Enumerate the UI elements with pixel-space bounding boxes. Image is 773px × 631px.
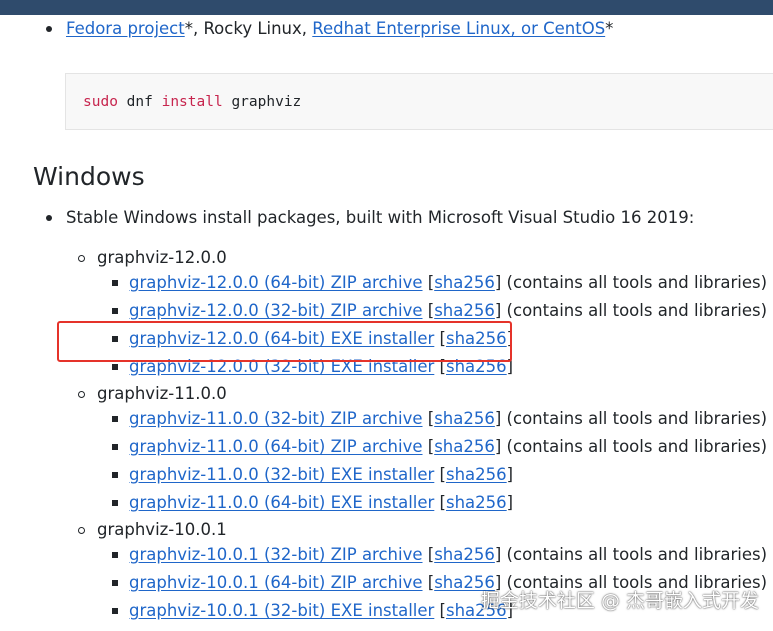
list-bullet-square (112, 500, 118, 506)
highlight-annotation-box (57, 321, 512, 362)
redhat-centos-link[interactable]: Redhat Enterprise Linux, or CentOS (312, 19, 605, 38)
download-item: graphviz-11.0.0 (32-bit) EXE installer [… (129, 465, 514, 484)
download-item: graphviz-11.0.0 (64-bit) ZIP archive [sh… (129, 437, 768, 456)
download-item: graphviz-10.0.1 (32-bit) EXE installer [… (129, 601, 514, 620)
list-bullet-circle (78, 527, 85, 534)
download-link-10-0-1-64-zip[interactable]: graphviz-10.0.1 (64-bit) ZIP archive (129, 573, 423, 592)
sha256-link[interactable]: sha256 (434, 409, 495, 428)
list-bullet-square (112, 416, 118, 422)
list-bullet-square (112, 280, 118, 286)
code-token-dnf: dnf (126, 94, 153, 110)
code-token-package: graphviz (231, 94, 302, 110)
code-block: sudo dnf install graphviz (65, 73, 773, 130)
download-link-10-0-1-32-zip[interactable]: graphviz-10.0.1 (32-bit) ZIP archive (129, 545, 423, 564)
fedora-project-link[interactable]: Fedora project (66, 19, 185, 38)
download-item: graphviz-11.0.0 (32-bit) ZIP archive [sh… (129, 409, 768, 428)
list-bullet (46, 26, 52, 32)
sha256-link[interactable]: sha256 (434, 301, 495, 320)
download-item: graphviz-10.0.1 (32-bit) ZIP archive [sh… (129, 545, 768, 564)
code-token-install: install (161, 94, 223, 110)
sha256-link[interactable]: sha256 (434, 437, 495, 456)
version-label-11-0-0: graphviz-11.0.0 (97, 384, 227, 403)
download-item: graphviz-12.0.0 (64-bit) ZIP archive [sh… (129, 273, 768, 292)
download-link-10-0-1-32-exe[interactable]: graphviz-10.0.1 (32-bit) EXE installer (129, 601, 434, 620)
version-label-10-0-1: graphviz-10.0.1 (97, 520, 227, 539)
list-bullet-square (112, 364, 118, 370)
version-label-12-0-0: graphviz-12.0.0 (97, 248, 227, 267)
download-item: graphviz-12.0.0 (32-bit) ZIP archive [sh… (129, 301, 768, 320)
section-heading-windows: Windows (33, 162, 145, 191)
code-token-sudo: sudo (83, 94, 118, 110)
download-link-12-0-0-32-zip[interactable]: graphviz-12.0.0 (32-bit) ZIP archive (129, 301, 423, 320)
distro-trailing-text: * (605, 19, 614, 38)
list-bullet-square (112, 472, 118, 478)
download-link-11-0-0-64-exe[interactable]: graphviz-11.0.0 (64-bit) EXE installer (129, 493, 434, 512)
list-bullet-circle (78, 255, 85, 262)
download-item: graphviz-11.0.0 (64-bit) EXE installer [… (129, 493, 514, 512)
top-nav-bar (0, 0, 773, 15)
list-bullet-square (112, 552, 118, 558)
distro-list-item: Fedora project*, Rocky Linux, Redhat Ent… (66, 17, 613, 41)
sha256-link[interactable]: sha256 (434, 545, 495, 564)
code-line[interactable]: sudo dnf install graphviz (83, 92, 301, 112)
list-bullet (46, 215, 52, 221)
download-link-11-0-0-32-zip[interactable]: graphviz-11.0.0 (32-bit) ZIP archive (129, 409, 423, 428)
list-bullet-circle (78, 391, 85, 398)
download-link-11-0-0-32-exe[interactable]: graphviz-11.0.0 (32-bit) EXE installer (129, 465, 434, 484)
distro-middle-text: *, Rocky Linux, (184, 19, 313, 38)
download-link-12-0-0-64-zip[interactable]: graphviz-12.0.0 (64-bit) ZIP archive (129, 273, 423, 292)
list-bullet-square (112, 444, 118, 450)
item-note: (contains all tools and libraries) (501, 301, 768, 320)
item-note: (contains all tools and libraries) (501, 409, 768, 428)
windows-intro-text: Stable Windows install packages, built w… (66, 208, 695, 227)
item-note: (contains all tools and libraries) (501, 437, 768, 456)
item-note: (contains all tools and libraries) (501, 273, 768, 292)
list-bullet-square (112, 608, 118, 614)
watermark-text: 掘金技术社区 @ 杰哥嵌入式开发 (480, 590, 759, 612)
item-note: (contains all tools and libraries) (501, 545, 768, 564)
list-bullet-square (112, 308, 118, 314)
sha256-link[interactable]: sha256 (446, 493, 507, 512)
sha256-link[interactable]: sha256 (434, 273, 495, 292)
list-bullet-square (112, 580, 118, 586)
sha256-link[interactable]: sha256 (446, 465, 507, 484)
download-link-11-0-0-64-zip[interactable]: graphviz-11.0.0 (64-bit) ZIP archive (129, 437, 423, 456)
